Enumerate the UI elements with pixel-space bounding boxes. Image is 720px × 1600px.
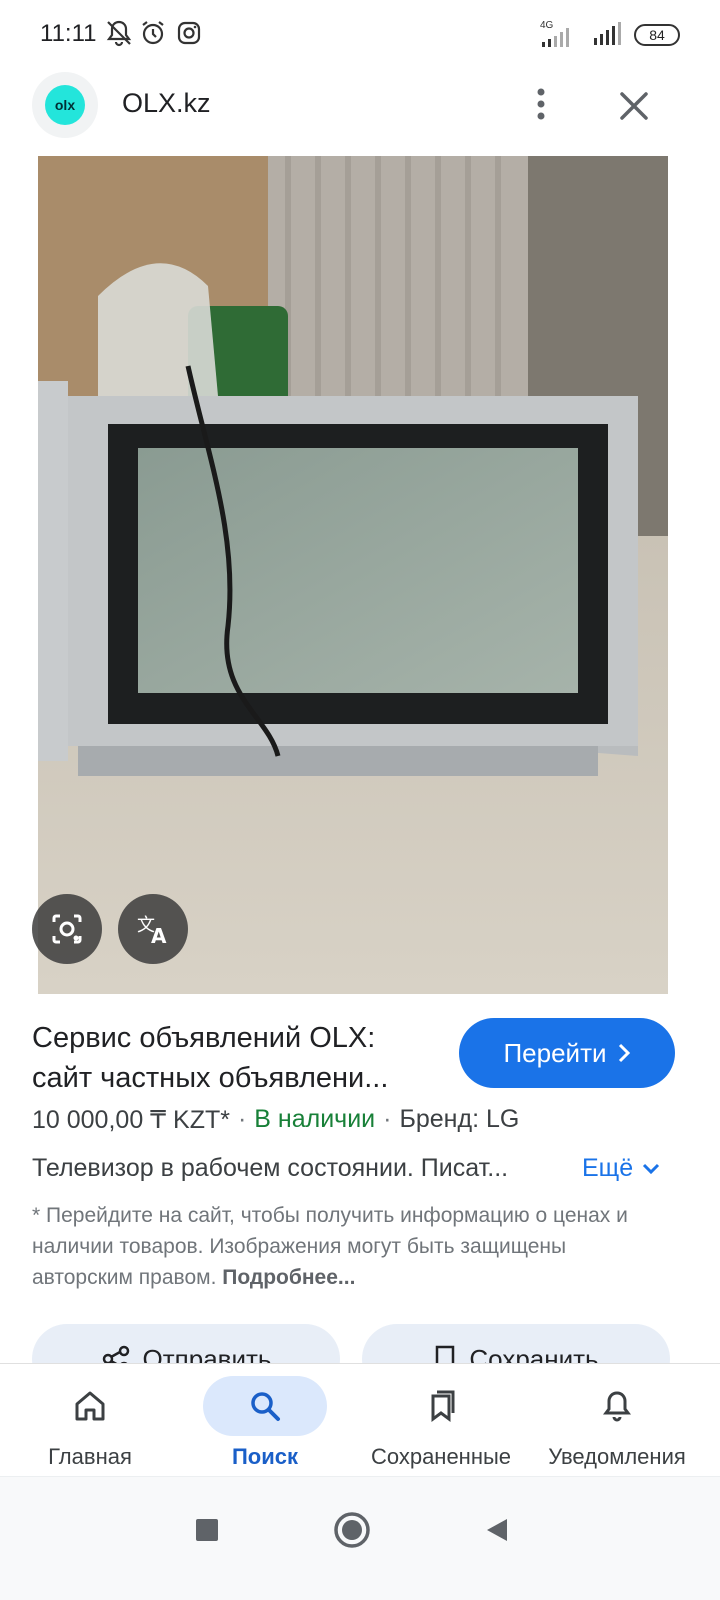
status-time: 11:11 — [40, 20, 97, 47]
chevron-down-icon — [643, 1163, 660, 1174]
nav-label-home: Главная — [48, 1444, 132, 1469]
go-button-label: Перейти — [503, 1037, 607, 1068]
chevron-right-icon — [618, 1043, 630, 1063]
product-meta: 10 000,00 ₸ KZT* · В наличии · Бренд: LG — [32, 1105, 519, 1135]
nav-label-search: Поиск — [231, 1444, 299, 1469]
translate-icon[interactable]: 文A — [118, 894, 188, 964]
status-bar: 11:11 4G 84 — [0, 0, 720, 70]
back-icon[interactable] — [472, 1505, 522, 1555]
nav-label-saved: Сохраненные — [370, 1444, 512, 1469]
nav-item-search[interactable]: Поиск — [175, 1364, 355, 1476]
description: Телевизор в рабочем состоянии. Писат... — [32, 1154, 509, 1182]
more-button[interactable]: Ещё — [582, 1154, 661, 1183]
bell-icon — [555, 1376, 679, 1436]
alarm-icon — [138, 18, 168, 48]
price: 10 000,00 ₸ KZT* — [32, 1106, 230, 1134]
olx-logo: olx — [45, 85, 85, 125]
home-icon — [28, 1376, 152, 1436]
nav-item-notifications[interactable]: Уведомления — [527, 1364, 707, 1476]
nav-label-notifications: Уведомления — [548, 1444, 686, 1469]
notifications-off-icon — [104, 18, 134, 48]
availability: В наличии — [254, 1105, 376, 1133]
nav-item-home[interactable]: Главная — [0, 1364, 180, 1476]
result-title[interactable]: Сервис объявлений OLX: сайт частных объя… — [32, 1018, 452, 1098]
close-icon[interactable] — [614, 86, 654, 126]
page-header: olx OLX.kz — [0, 70, 720, 156]
collections-icon — [379, 1376, 503, 1436]
home-button-icon[interactable] — [327, 1505, 377, 1555]
separator: · — [383, 1105, 392, 1133]
lens-icon[interactable] — [32, 894, 102, 964]
more-vert-icon[interactable] — [526, 84, 556, 124]
nav-item-saved[interactable]: Сохраненные — [351, 1364, 531, 1476]
instagram-icon — [174, 18, 204, 48]
brand: Бренд: LG — [399, 1105, 520, 1133]
result-title-line-1: Сервис объявлений OLX: — [32, 1022, 376, 1054]
status-indicators: 4G 84 — [540, 20, 680, 50]
battery-icon: 84 — [634, 24, 680, 46]
disclaimer: * Перейдите на сайт, чтобы получить инфо… — [32, 1200, 652, 1293]
go-button[interactable]: Перейти — [459, 1018, 675, 1088]
site-logo[interactable]: olx — [32, 72, 98, 138]
more-label: Ещё — [582, 1154, 634, 1182]
signal-icon: 4G — [540, 20, 580, 50]
bottom-nav: Главная Поиск Сохраненные Уведомления — [0, 1363, 720, 1475]
signal-icon — [592, 18, 622, 53]
separator: · — [237, 1105, 247, 1133]
result-title-line-2: сайт частных объявлени... — [32, 1062, 389, 1094]
recents-icon[interactable] — [182, 1505, 232, 1555]
network-type: 4G — [540, 20, 554, 31]
description-row: Телевизор в рабочем состоянии. Писат... … — [32, 1154, 672, 1190]
search-icon — [203, 1376, 327, 1436]
product-image[interactable] — [38, 156, 668, 994]
system-nav-bar — [0, 1476, 720, 1600]
site-title[interactable]: OLX.kz — [122, 88, 211, 119]
learn-more-link[interactable]: Подробнее... — [222, 1266, 355, 1289]
svg-text:A: A — [151, 924, 167, 948]
